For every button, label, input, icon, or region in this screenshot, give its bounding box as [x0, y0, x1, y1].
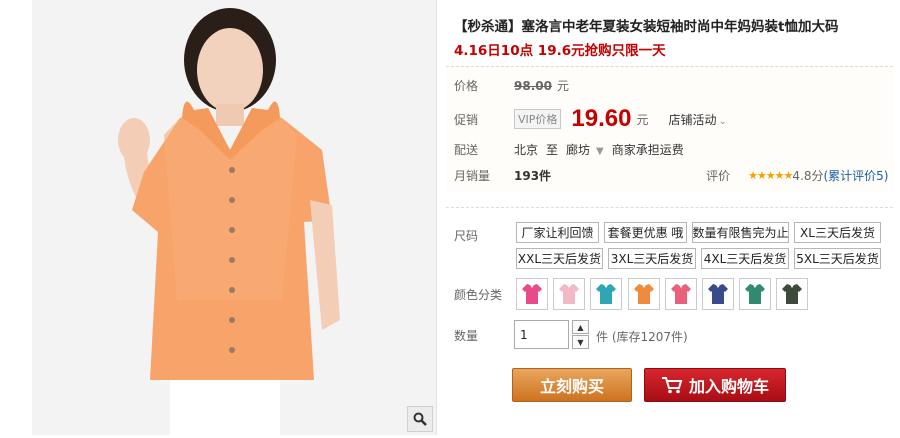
triangle-down-icon: ▼	[596, 146, 604, 157]
quantity-decrease-button[interactable]: ▼	[572, 335, 589, 349]
page-left-margin	[0, 0, 32, 438]
size-option[interactable]: 数量有限售完为止	[692, 222, 789, 243]
quantity-label: 数量	[454, 329, 479, 343]
price-row: 价格 98.00 元	[454, 77, 569, 94]
color-swatch[interactable]	[553, 278, 586, 310]
size-option[interactable]: 套餐更优惠 哦	[604, 222, 687, 243]
color-swatch[interactable]	[590, 278, 623, 310]
color-label: 颜色分类	[454, 288, 503, 302]
quantity-increase-button[interactable]: ▲	[572, 320, 589, 334]
zoom-button[interactable]	[407, 406, 433, 432]
shopping-cart-icon	[661, 376, 683, 394]
magnifier-icon	[413, 412, 427, 426]
shirt-thumbnail-icon	[670, 284, 691, 304]
product-subtitle: 4.16日10点 19.6元抢购只限一天	[454, 43, 666, 59]
color-swatch[interactable]	[627, 278, 660, 310]
original-price: 98.00	[514, 78, 552, 93]
stock-info: 件 (库存1207件)	[596, 330, 688, 344]
vip-price-tag: VIP价格	[514, 109, 562, 129]
size-option[interactable]: XXL三天后发货	[516, 248, 603, 269]
reviews-link[interactable]: (累计评价5)	[823, 167, 888, 184]
color-swatch[interactable]	[664, 278, 697, 310]
shirt-thumbnail-icon	[522, 284, 542, 304]
product-photo-illustration	[32, 0, 436, 435]
quantity-label-row: 数量	[454, 327, 514, 344]
shipping-label: 配送	[454, 143, 479, 157]
shipping-destination: 廊坊	[566, 143, 591, 157]
price-label: 价格	[454, 79, 479, 93]
shipping-origin: 北京	[514, 143, 539, 157]
shirt-thumbnail-icon	[559, 284, 580, 304]
product-main-image[interactable]	[32, 0, 437, 435]
shirt-thumbnail-icon	[782, 284, 803, 304]
buy-now-label: 立刻购买	[539, 377, 604, 396]
size-option[interactable]: 厂家让利回馈	[516, 222, 599, 243]
shirt-thumbnail-icon	[596, 284, 617, 304]
shop-event-dropdown[interactable]: 店铺活动 ⌄	[668, 111, 726, 128]
section-divider	[446, 207, 893, 208]
quantity-input[interactable]	[514, 320, 569, 349]
size-option[interactable]: XL三天后发货	[794, 222, 881, 243]
size-option[interactable]: 4XL三天后发货	[701, 248, 789, 269]
shipping-note: 商家承担运费	[611, 143, 684, 157]
rating-label: 评价	[706, 169, 731, 183]
promo-row: 促销 VIP价格 19.60 元 店铺活动 ⌄	[454, 105, 727, 133]
chevron-down-icon: ⌄	[718, 115, 727, 127]
price-section: 价格 98.00 元 促销 VIP价格 19.60 元 店铺活动 ⌄ 配送 北京 …	[446, 66, 893, 192]
original-price-unit: 元	[556, 79, 569, 93]
sales-row: 月销量 193件 评价 ★★★★★ 4.8分 (累计评价5)	[454, 167, 888, 184]
color-swatch[interactable]	[516, 278, 548, 310]
size-option[interactable]: 3XL三天后发货	[608, 248, 696, 269]
shirt-thumbnail-icon	[633, 284, 654, 304]
product-info-panel: 【秒杀通】塞洛言中老年夏装女装短袖时尚中年妈妈装t恤加大码 4.16日10点 1…	[446, 0, 896, 438]
buy-now-button[interactable]: 立刻购买	[512, 368, 632, 402]
color-swatch[interactable]	[739, 278, 772, 310]
promo-price: 19.60	[571, 105, 632, 132]
promo-price-unit: 元	[636, 112, 649, 127]
size-option[interactable]: 5XL三天后发货	[794, 248, 881, 269]
promo-label: 促销	[454, 112, 479, 127]
shirt-thumbnail-icon	[708, 284, 728, 304]
shipping-to: 至	[546, 143, 559, 157]
color-swatch[interactable]	[702, 278, 734, 310]
size-label: 尺码	[454, 229, 479, 243]
size-label-row: 尺码	[454, 227, 514, 244]
sales-label: 月销量	[454, 169, 491, 183]
color-swatch[interactable]	[776, 278, 809, 310]
rating-score: 4.8分	[792, 169, 824, 183]
add-to-cart-button[interactable]: 加入购物车	[644, 368, 786, 402]
shipping-row: 配送 北京 至 廊坊 ▼ 商家承担运费	[454, 141, 684, 158]
destination-selector[interactable]: 廊坊 ▼	[566, 141, 604, 158]
caret-down-icon: ▼	[577, 337, 584, 347]
color-label-row: 颜色分类	[454, 286, 514, 303]
shirt-thumbnail-icon	[745, 284, 766, 304]
product-title: 【秒杀通】塞洛言中老年夏装女装短袖时尚中年妈妈装t恤加大码	[454, 19, 839, 35]
sales-count: 193件	[514, 169, 552, 183]
add-to-cart-label: 加入购物车	[688, 377, 769, 396]
shop-event-label: 店铺活动	[668, 112, 717, 127]
rating-stars-icon: ★★★★★	[748, 169, 793, 182]
caret-up-icon: ▲	[577, 322, 584, 332]
